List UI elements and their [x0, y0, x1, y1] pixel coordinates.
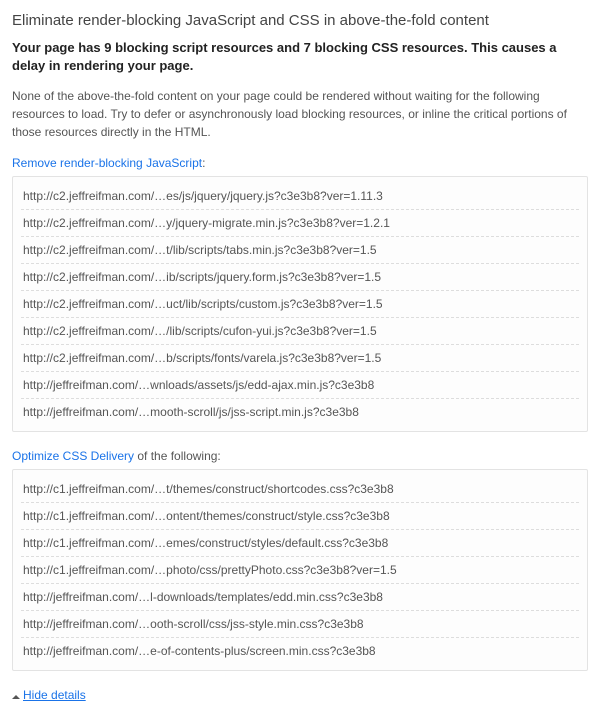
resource-item: http://jeffreifman.com/…e-of-contents-pl… [21, 638, 579, 664]
remove-js-link[interactable]: Remove render-blocking JavaScript [12, 156, 202, 170]
resource-item: http://jeffreifman.com/…l-downloads/temp… [21, 584, 579, 611]
resource-item: http://c1.jeffreifman.com/…emes/construc… [21, 530, 579, 557]
js-resource-list: http://c2.jeffreifman.com/…es/js/jquery/… [12, 176, 588, 432]
resource-item: http://jeffreifman.com/…ooth-scroll/css/… [21, 611, 579, 638]
optimize-css-link[interactable]: Optimize CSS Delivery [12, 449, 134, 463]
resource-item: http://c1.jeffreifman.com/…t/themes/cons… [21, 476, 579, 503]
js-section-suffix: : [202, 156, 205, 170]
hide-details-link[interactable]: Hide details [23, 688, 86, 702]
js-section-header: Remove render-blocking JavaScript: [12, 155, 588, 170]
resource-item: http://c1.jeffreifman.com/…photo/css/pre… [21, 557, 579, 584]
description-text: None of the above-the-fold content on yo… [12, 87, 588, 141]
resource-item: http://c2.jeffreifman.com/…t/lib/scripts… [21, 237, 579, 264]
resource-item: http://c2.jeffreifman.com/…es/js/jquery/… [21, 183, 579, 210]
resource-item: http://c2.jeffreifman.com/…uct/lib/scrip… [21, 291, 579, 318]
css-section-suffix: of the following: [134, 449, 221, 463]
rule-title: Eliminate render-blocking JavaScript and… [12, 12, 588, 29]
resource-item: http://c2.jeffreifman.com/…/lib/scripts/… [21, 318, 579, 345]
resource-item: http://c2.jeffreifman.com/…y/jquery-migr… [21, 210, 579, 237]
summary-text: Your page has 9 blocking script resource… [12, 39, 588, 75]
resource-item: http://jeffreifman.com/…mooth-scroll/js/… [21, 399, 579, 425]
resource-item: http://c1.jeffreifman.com/…ontent/themes… [21, 503, 579, 530]
css-section-header: Optimize CSS Delivery of the following: [12, 448, 588, 463]
resource-item: http://jeffreifman.com/…wnloads/assets/j… [21, 372, 579, 399]
caret-up-icon [12, 695, 20, 699]
css-resource-list: http://c1.jeffreifman.com/…t/themes/cons… [12, 469, 588, 671]
resource-item: http://c2.jeffreifman.com/…ib/scripts/jq… [21, 264, 579, 291]
hide-details-row: Hide details [12, 687, 588, 702]
resource-item: http://c2.jeffreifman.com/…b/scripts/fon… [21, 345, 579, 372]
